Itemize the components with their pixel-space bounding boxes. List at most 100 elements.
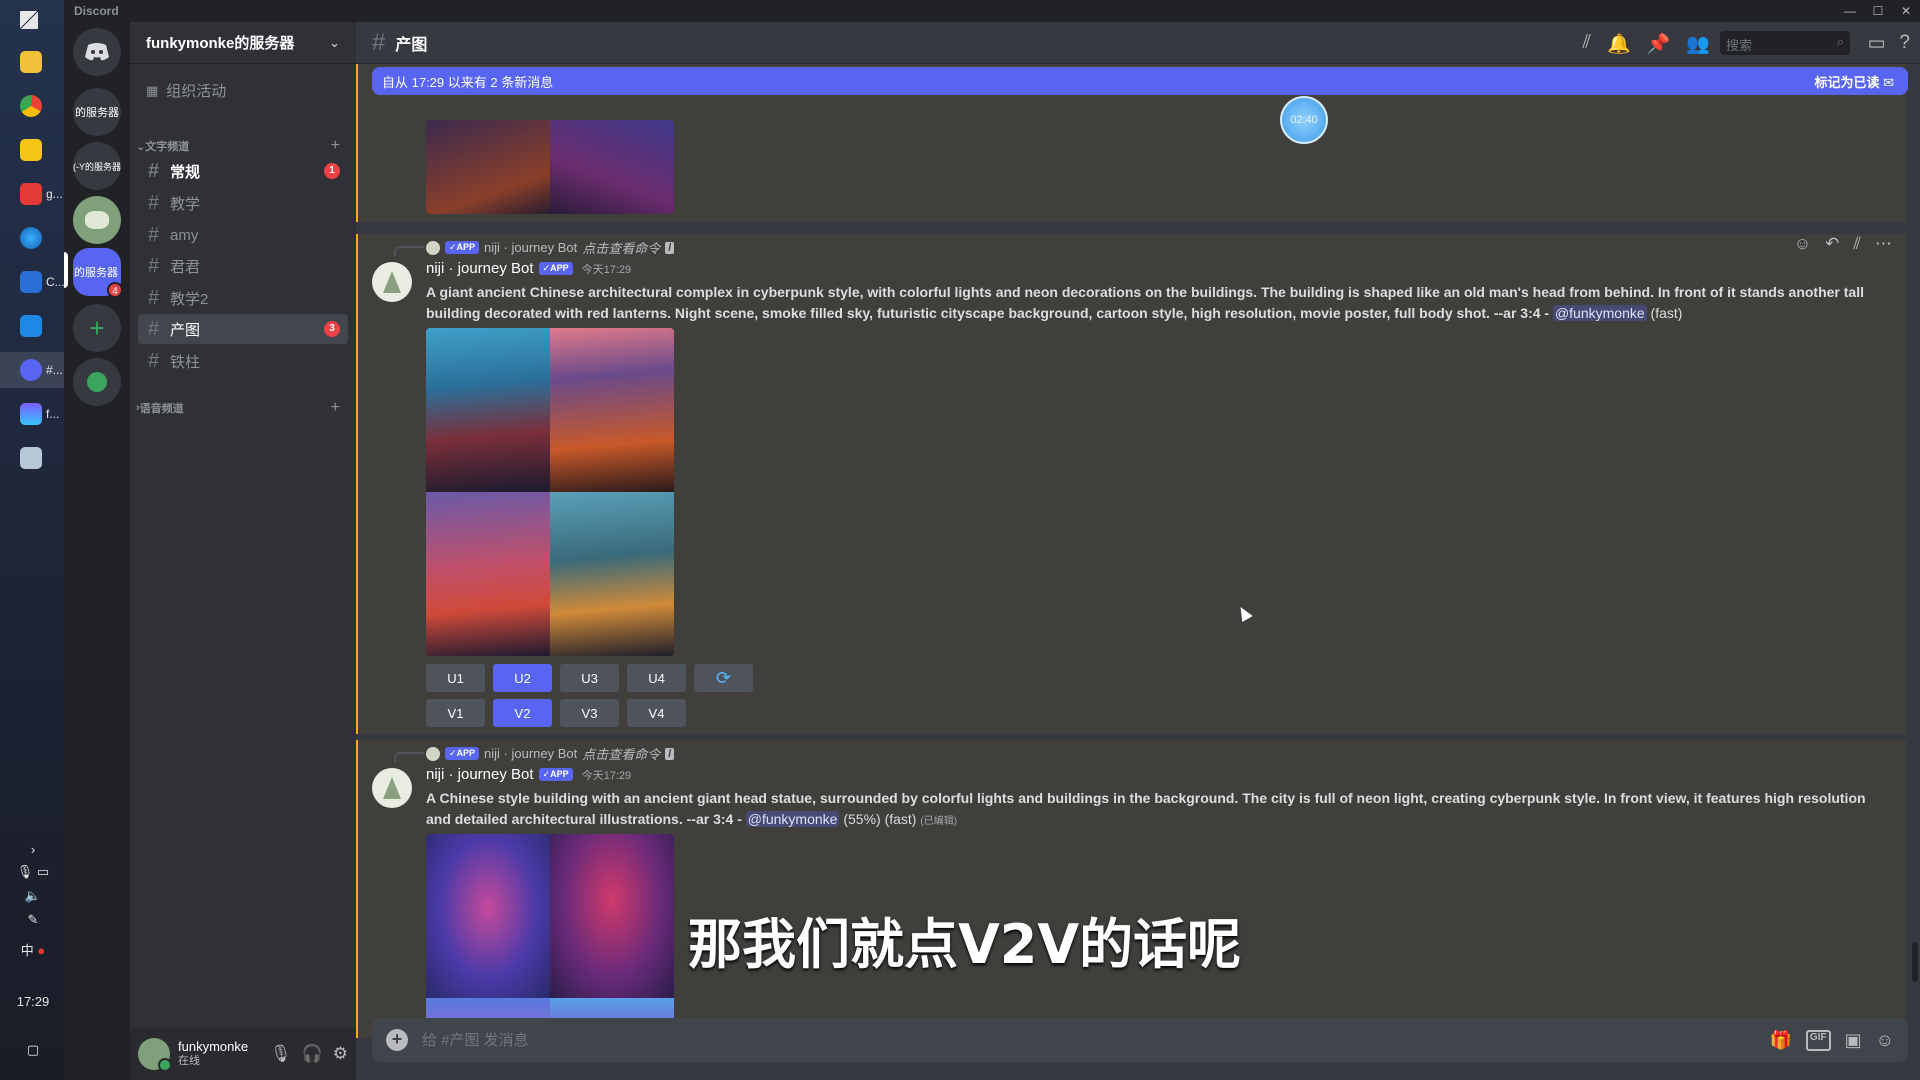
server-icon-current[interactable]: 的服务器 4 bbox=[73, 248, 123, 298]
image-grid-in-progress[interactable] bbox=[426, 834, 674, 1038]
mark-as-read-button[interactable]: 标记为已读 ✉ bbox=[1814, 72, 1894, 91]
discord-task-icon[interactable]: C... bbox=[0, 264, 64, 300]
reply-icon[interactable]: ↶ bbox=[1825, 234, 1839, 254]
server-icon-1[interactable]: 的服务器 bbox=[73, 88, 121, 136]
channel-title: 产图 bbox=[395, 36, 428, 54]
maximize-button[interactable]: ☐ bbox=[1864, 0, 1892, 22]
video-subtitle: 那我们就点V2V的话呢 bbox=[688, 913, 1242, 976]
mic-tray-icon[interactable]: 🎙 ▭ bbox=[8, 864, 58, 880]
avatar[interactable] bbox=[372, 262, 412, 302]
discord-home-icon[interactable] bbox=[73, 28, 121, 76]
chrome-icon[interactable] bbox=[0, 88, 64, 124]
avatar[interactable] bbox=[372, 768, 412, 808]
emoji-icon[interactable]: ☺ bbox=[1876, 1030, 1894, 1051]
avatar[interactable] bbox=[138, 1038, 172, 1072]
notes-icon[interactable] bbox=[0, 440, 64, 476]
command-reference[interactable]: ✓APP niji · journey Bot 点击查看命令 / bbox=[426, 744, 675, 763]
sticker-icon[interactable]: ▣ bbox=[1845, 1030, 1862, 1051]
server-header[interactable]: funkymonke的服务器 ⌄ bbox=[130, 22, 356, 64]
compass-icon[interactable] bbox=[73, 358, 121, 406]
help-icon[interactable]: ? bbox=[1899, 32, 1910, 55]
variation-1-button[interactable]: V1 bbox=[426, 699, 485, 727]
threads-icon[interactable]: ⫽ bbox=[1583, 32, 1591, 56]
discord-active-icon[interactable]: #... bbox=[0, 352, 64, 388]
inbox-icon[interactable]: ▭ bbox=[1867, 32, 1885, 55]
variation-4-button[interactable]: V4 bbox=[627, 699, 686, 727]
channel-teaching[interactable]: # 教学 bbox=[138, 188, 348, 218]
microphone-icon[interactable]: 🎙 bbox=[270, 1044, 292, 1064]
unread-badge: 1 bbox=[324, 163, 340, 179]
channel-header: # 产图 ⫽ 🔔 📌 👥 搜索 ⌕ ▭ ? bbox=[356, 22, 1920, 64]
add-server-button[interactable]: + bbox=[73, 304, 121, 352]
image-tile bbox=[426, 120, 550, 214]
variation-2-button[interactable]: V2 bbox=[493, 699, 552, 727]
author-name[interactable]: niji · journey Bot bbox=[426, 260, 534, 277]
server-icon-3[interactable] bbox=[73, 196, 121, 244]
upscale-2-button[interactable]: U2 bbox=[493, 664, 552, 692]
pin-icon[interactable]: 📌 bbox=[1647, 32, 1671, 56]
hash-icon: # bbox=[148, 349, 160, 372]
chat-app-icon[interactable] bbox=[0, 132, 64, 168]
gift-icon[interactable]: 🎁 bbox=[1770, 1030, 1792, 1051]
upscale-4-button[interactable]: U4 bbox=[627, 664, 686, 692]
server-icon-2[interactable]: (-Y的服务器 bbox=[73, 142, 121, 190]
reply-connector bbox=[394, 752, 424, 762]
message-content: A giant ancient Chinese architectural co… bbox=[426, 284, 1864, 321]
image-app-icon[interactable]: f... bbox=[0, 396, 64, 432]
notification-icon[interactable]: ▢ bbox=[8, 1042, 58, 1058]
events-link[interactable]: ▦ 组织活动 bbox=[146, 80, 226, 101]
volume-icon[interactable]: 🔈 bbox=[8, 888, 58, 904]
channel-junjun[interactable]: # 君君 bbox=[138, 251, 348, 281]
store-icon[interactable] bbox=[0, 308, 64, 344]
reroll-icon[interactable]: ⟳ bbox=[694, 664, 753, 692]
image-grid-previous[interactable] bbox=[426, 120, 674, 214]
user-mention[interactable]: @funkymonke bbox=[1552, 305, 1647, 321]
pen-icon[interactable]: ✎ bbox=[8, 912, 58, 928]
headphones-icon[interactable]: 🎧 bbox=[302, 1044, 323, 1064]
add-channel-button[interactable]: + bbox=[331, 137, 340, 155]
scrollbar[interactable] bbox=[1912, 942, 1918, 982]
channel-amy[interactable]: # amy bbox=[138, 220, 348, 250]
new-messages-bar[interactable]: 自从 17:29 以来有 2 条新消息 标记为已读 ✉ bbox=[372, 67, 1908, 95]
user-mention[interactable]: @funkymonke bbox=[745, 811, 840, 827]
members-icon[interactable]: 👥 bbox=[1686, 32, 1710, 56]
command-reference[interactable]: ✓APP niji · journey Bot 点击查看命令 / bbox=[426, 238, 675, 257]
ime-indicator[interactable]: 中 ● bbox=[8, 940, 58, 959]
message-input[interactable] bbox=[422, 1031, 1622, 1049]
upscale-3-button[interactable]: U3 bbox=[560, 664, 619, 692]
variation-3-button[interactable]: V3 bbox=[560, 699, 619, 727]
gear-icon[interactable]: ⚙ bbox=[333, 1044, 348, 1064]
add-voice-channel-button[interactable]: + bbox=[331, 399, 340, 417]
channel-general[interactable]: # 常规 1 bbox=[138, 156, 348, 186]
thread-icon[interactable]: ⫽ bbox=[1853, 234, 1861, 254]
hash-icon: # bbox=[148, 317, 160, 340]
chevron-right-icon[interactable]: › bbox=[8, 842, 58, 857]
channel-tiezhu[interactable]: # 铁柱 bbox=[138, 346, 348, 376]
more-icon[interactable]: ⋯ bbox=[1875, 234, 1892, 254]
taskbar-clock[interactable]: 17:29 bbox=[8, 994, 58, 1009]
author-name[interactable]: niji · journey Bot bbox=[426, 766, 534, 783]
hash-icon: # bbox=[148, 159, 160, 182]
channel-output-images[interactable]: # 产图 3 bbox=[138, 314, 348, 344]
minimize-button[interactable]: — bbox=[1836, 0, 1864, 22]
wps-icon[interactable]: g... bbox=[0, 176, 64, 212]
gif-icon[interactable]: GIF bbox=[1805, 1029, 1831, 1051]
app-title: Discord bbox=[74, 4, 119, 18]
windows-start-icon[interactable] bbox=[0, 2, 64, 38]
hash-icon: # bbox=[148, 223, 160, 246]
channel-teaching2[interactable]: # 教学2 bbox=[138, 283, 348, 313]
bell-icon[interactable]: 🔔 bbox=[1607, 32, 1631, 56]
server-mention-badge: 4 bbox=[107, 282, 123, 298]
text-channel-category[interactable]: ⌄ 文字频道 + bbox=[136, 137, 350, 155]
close-button[interactable]: ✕ bbox=[1892, 0, 1920, 22]
slash-command-icon: / bbox=[665, 747, 675, 760]
add-reaction-icon[interactable]: ☺ bbox=[1794, 234, 1811, 254]
search-input[interactable]: 搜索 ⌕ bbox=[1720, 31, 1850, 55]
add-attachment-button[interactable]: + bbox=[386, 1029, 408, 1051]
upscale-1-button[interactable]: U1 bbox=[426, 664, 485, 692]
folder-icon[interactable] bbox=[0, 44, 64, 80]
browser-icon[interactable] bbox=[0, 220, 64, 256]
image-grid[interactable] bbox=[426, 328, 674, 656]
voice-channel-category[interactable]: › 语音频道 + bbox=[136, 399, 350, 417]
search-icon: ⌕ bbox=[1836, 34, 1844, 49]
